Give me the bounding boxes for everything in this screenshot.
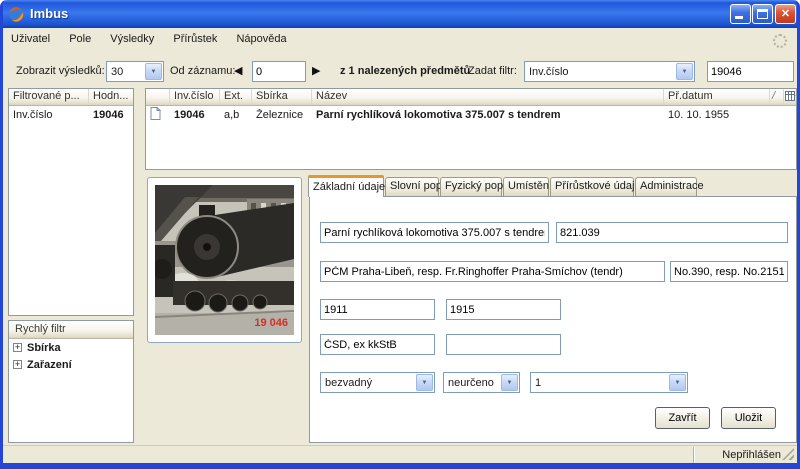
column-header-sbirka[interactable]: Sbírka: [252, 89, 312, 105]
filter-value-input[interactable]: [707, 61, 794, 82]
filter-field-combo[interactable]: Inv.číslo ▼: [524, 61, 695, 82]
nazev-field[interactable]: [320, 222, 549, 243]
chevron-down-icon[interactable]: ▼: [676, 63, 693, 80]
menu-vysledky[interactable]: Výsledky: [102, 28, 162, 50]
titlebar[interactable]: Imbus ✕: [3, 0, 797, 28]
tab-zakladni-udaje[interactable]: Základní údaje: [308, 175, 385, 197]
document-icon: [150, 106, 162, 123]
show-results-combo[interactable]: 30 ▼: [106, 61, 164, 82]
result-nazev: Parní rychlíková lokomotiva 375.007 s te…: [316, 108, 561, 121]
results-table: Inv.číslo Ext. Sbírka Název Př.datum / 1…: [145, 88, 797, 170]
result-pr-datum: 10. 10. 1955: [668, 108, 730, 121]
photo-thumbnail[interactable]: 19 046: [147, 177, 302, 343]
lokalita2-field[interactable]: [446, 334, 561, 355]
tree-item-sbirka[interactable]: + Sbírka: [9, 339, 133, 356]
menu-uzivatel[interactable]: Uživatel: [3, 28, 58, 50]
lokalita-field[interactable]: [320, 334, 435, 355]
filtered-fields-panel: Filtrované p... Hodn... Inv.číslo 19046: [8, 88, 134, 316]
throbber-icon: [773, 34, 787, 48]
stav-predmetu-combo[interactable]: bezvadný ▼: [320, 372, 435, 393]
tree-expand-icon[interactable]: +: [13, 360, 22, 369]
tree-expand-icon[interactable]: +: [13, 343, 22, 352]
maximize-icon: [757, 9, 768, 19]
found-count-label: z 1 nalezených předmětů: [340, 65, 471, 77]
menu-napoveda[interactable]: Nápověda: [228, 28, 294, 50]
login-status: Nepřihlášen: [693, 447, 797, 463]
filtered-field-row[interactable]: Inv.číslo 19046: [9, 106, 133, 123]
filtered-field-value: 19046: [93, 108, 124, 121]
menu-pole[interactable]: Pole: [61, 28, 99, 50]
rok-vyroby-do-field[interactable]: [446, 299, 561, 320]
result-ext: a,b: [224, 108, 240, 121]
menu-prirustek[interactable]: Přírůstek: [165, 28, 225, 50]
close-icon: ✕: [780, 8, 791, 20]
column-header-filtered-field[interactable]: Filtrované p...: [9, 89, 89, 105]
menubar: Uživatel Pole Výsledky Přírůstek Nápověd…: [3, 28, 797, 50]
quick-filter-title: Rychlý filtr: [9, 321, 133, 339]
from-record-label: Od záznamu:: [170, 65, 236, 77]
minimize-button[interactable]: [730, 4, 751, 24]
result-row[interactable]: 19046 a,b Železnice Parní rychlíková lok…: [146, 106, 796, 123]
minimize-icon: [735, 16, 743, 19]
column-header-value[interactable]: Hodn...: [89, 89, 133, 105]
prev-record-arrow-icon[interactable]: ◀: [234, 64, 242, 77]
locomotive-photo: 19 046: [155, 185, 294, 335]
from-record-input[interactable]: [252, 61, 306, 82]
close-button[interactable]: ✕: [775, 4, 796, 24]
kategorie-combo[interactable]: 1 ▼: [530, 372, 688, 393]
rok-vyroby-od-field[interactable]: [320, 299, 435, 320]
column-header-pr-datum[interactable]: Př.datum: [664, 89, 770, 105]
tab-slovni-popis[interactable]: Slovní popis: [385, 177, 450, 196]
photo-watermark: 19 046: [254, 317, 288, 329]
chevron-down-icon[interactable]: ▼: [145, 63, 162, 80]
chevron-down-icon[interactable]: ▼: [416, 374, 433, 391]
result-inv-cislo: 19046: [174, 108, 205, 121]
app-icon: [8, 6, 24, 22]
statusbar: Nepřihlášen: [3, 445, 797, 463]
sort-indicator-icon[interactable]: /: [770, 89, 784, 105]
set-filter-label: Zadat filtr:: [468, 65, 517, 77]
tab-umisteni[interactable]: Umístění: [503, 177, 552, 196]
save-button[interactable]: Uložit: [721, 407, 776, 429]
tab-fyzicky-popis[interactable]: Fyzický popis: [440, 177, 511, 196]
column-header-nazev[interactable]: Název: [312, 89, 664, 105]
vyrobni-cislo-field[interactable]: [670, 261, 788, 282]
app-window: Imbus ✕ Uživatel Pole Výsledky Přírůstek…: [0, 0, 800, 469]
chevron-down-icon[interactable]: ▼: [669, 374, 686, 391]
tab-prirustkove-udaje[interactable]: Přírůstkové údaje: [550, 177, 641, 196]
tab-administrace[interactable]: Administrace: [635, 177, 704, 196]
druh-combo[interactable]: neurčeno ▼: [443, 372, 520, 393]
result-sbirka: Železnice: [256, 108, 304, 121]
chevron-down-icon[interactable]: ▼: [501, 374, 518, 391]
toolbar: Zobrazit výsledků: 30 ▼ Od záznamu: ◀ ▶ …: [3, 50, 797, 88]
column-header-ext[interactable]: Ext.: [220, 89, 252, 105]
quick-filter-panel: Rychlý filtr + Sbírka + Zařazení: [8, 320, 134, 443]
tree-item-zarazeni[interactable]: + Zařazení: [9, 356, 133, 373]
column-chooser-icon[interactable]: [784, 89, 796, 105]
vyrobce-field[interactable]: [320, 261, 665, 282]
next-record-arrow-icon[interactable]: ▶: [312, 64, 320, 77]
show-results-label: Zobrazit výsledků:: [16, 65, 105, 77]
close-form-button[interactable]: Zavřít: [655, 407, 710, 429]
pokracovani-field[interactable]: [556, 222, 788, 243]
column-header-icon[interactable]: [146, 89, 170, 105]
filtered-field-name: Inv.číslo: [13, 108, 53, 121]
maximize-button[interactable]: [752, 4, 773, 24]
column-header-inv-cislo[interactable]: Inv.číslo: [170, 89, 220, 105]
window-title: Imbus: [30, 6, 69, 21]
